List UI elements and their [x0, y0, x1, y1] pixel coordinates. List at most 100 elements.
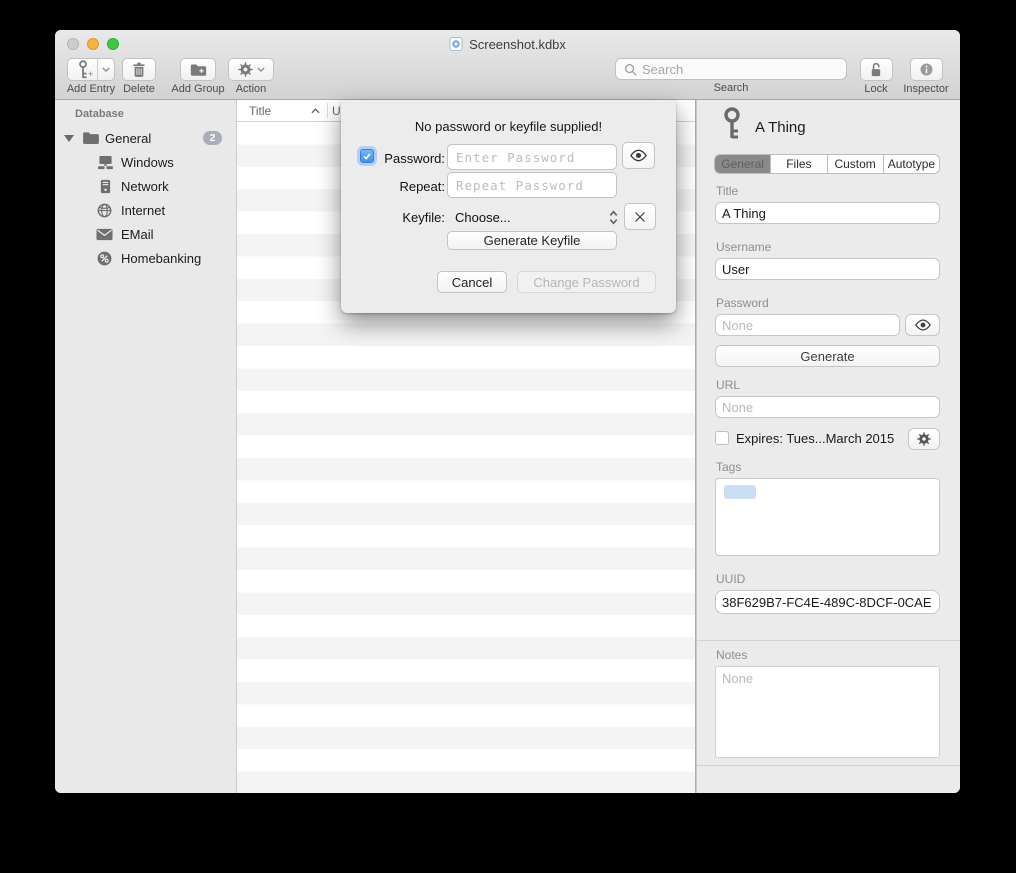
info-icon [919, 62, 934, 77]
add-group-button[interactable] [180, 58, 216, 81]
toolbar-item-action: Action [227, 58, 275, 95]
tags-field-label: Tags [716, 460, 741, 474]
password-field[interactable] [715, 314, 900, 336]
window-chrome: Screenshot.kdbx + Add Entry [55, 30, 960, 100]
sidebar-header: Database [75, 108, 124, 120]
plus-glyph: + [88, 69, 93, 79]
document-icon [449, 37, 463, 51]
generate-keyfile-button[interactable]: Generate Keyfile [447, 231, 617, 250]
repeat-label: Repeat: [377, 179, 445, 194]
search-input[interactable] [642, 62, 838, 77]
eye-icon [629, 149, 648, 162]
x-icon [634, 211, 646, 223]
gear-icon [917, 432, 931, 446]
title-field-label: Title [716, 184, 738, 198]
sidebar-item-label: EMail [121, 227, 154, 242]
section-divider [697, 640, 960, 641]
password-label: Password: [377, 151, 445, 166]
entry-title: A Thing [755, 119, 806, 136]
repeat-password-input[interactable] [447, 172, 617, 198]
windows-network-icon [97, 155, 114, 170]
column-header-username[interactable]: U [332, 104, 341, 118]
tab-autotype[interactable]: Autotype [884, 155, 939, 173]
toolbar-item-add-group: Add Group [169, 58, 227, 95]
percent-icon [97, 251, 112, 266]
disclosure-triangle-icon[interactable] [64, 135, 74, 142]
toolbar-item-lock: Lock [858, 58, 894, 95]
chevron-down-icon[interactable] [97, 59, 114, 80]
uuid-field[interactable] [715, 590, 940, 614]
sheet-message: No password or keyfile supplied! [341, 119, 676, 134]
new-password-input[interactable] [447, 144, 617, 170]
sidebar-item-internet[interactable]: Internet [55, 198, 236, 222]
search-box[interactable] [615, 58, 847, 80]
chevron-up-icon [311, 108, 320, 114]
app-window: Screenshot.kdbx + Add Entry [55, 30, 960, 793]
inspector-tabs: General Files Custom Autotype [714, 154, 940, 174]
sidebar-item-label: Network [121, 179, 169, 194]
sidebar-item-label: Windows [121, 155, 174, 170]
tab-general[interactable]: General [715, 155, 771, 173]
change-password-button[interactable]: Change Password [517, 271, 656, 293]
cancel-button[interactable]: Cancel [437, 271, 507, 293]
add-entry-button[interactable]: + [67, 58, 115, 81]
password-checkbox[interactable] [360, 149, 374, 163]
url-field-label: URL [716, 378, 740, 392]
expires-options-button[interactable] [908, 428, 940, 450]
title-field[interactable] [715, 202, 940, 224]
eye-icon [914, 319, 932, 331]
inspector-button[interactable] [910, 58, 943, 81]
url-field[interactable] [715, 396, 940, 418]
sidebar-item-email[interactable]: EMail [55, 222, 236, 246]
lock-label: Lock [864, 83, 887, 95]
folder-plus-icon [190, 63, 207, 77]
tab-custom[interactable]: Custom [828, 155, 884, 173]
sidebar-item-label: Internet [121, 203, 165, 218]
username-field[interactable] [715, 258, 940, 280]
reveal-password-button[interactable] [622, 142, 655, 169]
column-header-title[interactable]: Title [249, 104, 271, 118]
toolbar-item-delete: Delete [121, 58, 157, 95]
up-down-chevrons-icon [609, 210, 618, 225]
chevron-down-icon [257, 67, 265, 72]
sidebar-item-label: General [105, 131, 151, 146]
clear-keyfile-button[interactable] [624, 203, 656, 230]
gear-icon [238, 62, 253, 77]
expires-checkbox[interactable] [715, 431, 729, 445]
desktop-background: Screenshot.kdbx + Add Entry [0, 0, 1016, 873]
sidebar: Database General 2 Windows Network [55, 100, 237, 793]
keyfile-popup[interactable]: Choose... [447, 204, 618, 230]
trash-icon [132, 62, 146, 78]
window-title: Screenshot.kdbx [469, 37, 566, 52]
notes-field[interactable] [715, 666, 940, 758]
entry-count-badge: 2 [203, 131, 222, 145]
delete-button[interactable] [122, 58, 156, 81]
toolbar-item-inspector: Inspector [901, 58, 951, 95]
sidebar-item-windows[interactable]: Windows [55, 150, 236, 174]
sidebar-item-homebanking[interactable]: Homebanking [55, 246, 236, 270]
search-label: Search [714, 82, 749, 94]
sidebar-item-general[interactable]: General 2 [55, 126, 236, 150]
uuid-field-label: UUID [716, 572, 745, 586]
change-password-sheet: No password or keyfile supplied! Passwor… [341, 100, 676, 313]
titlebar: Screenshot.kdbx [55, 30, 960, 58]
tag-pill[interactable] [724, 485, 756, 499]
generate-password-button[interactable]: Generate [715, 345, 940, 367]
envelope-icon [96, 228, 113, 241]
lock-button[interactable] [860, 58, 893, 81]
action-label: Action [236, 83, 267, 95]
toolbar-item-add-entry: + Add Entry [65, 58, 117, 95]
column-divider[interactable] [327, 103, 328, 118]
tags-box[interactable] [715, 478, 940, 556]
action-button[interactable] [228, 58, 274, 81]
tab-files[interactable]: Files [771, 155, 827, 173]
key-plus-icon: + [68, 59, 97, 80]
sidebar-item-network[interactable]: Network [55, 174, 236, 198]
reveal-password-button[interactable] [905, 314, 940, 336]
toolbar: + Add Entry Delete [55, 58, 960, 100]
padlock-open-icon [869, 62, 883, 78]
username-field-label: Username [716, 240, 771, 254]
globe-icon [97, 203, 112, 218]
key-icon [722, 107, 742, 139]
magnifier-icon [624, 63, 637, 76]
